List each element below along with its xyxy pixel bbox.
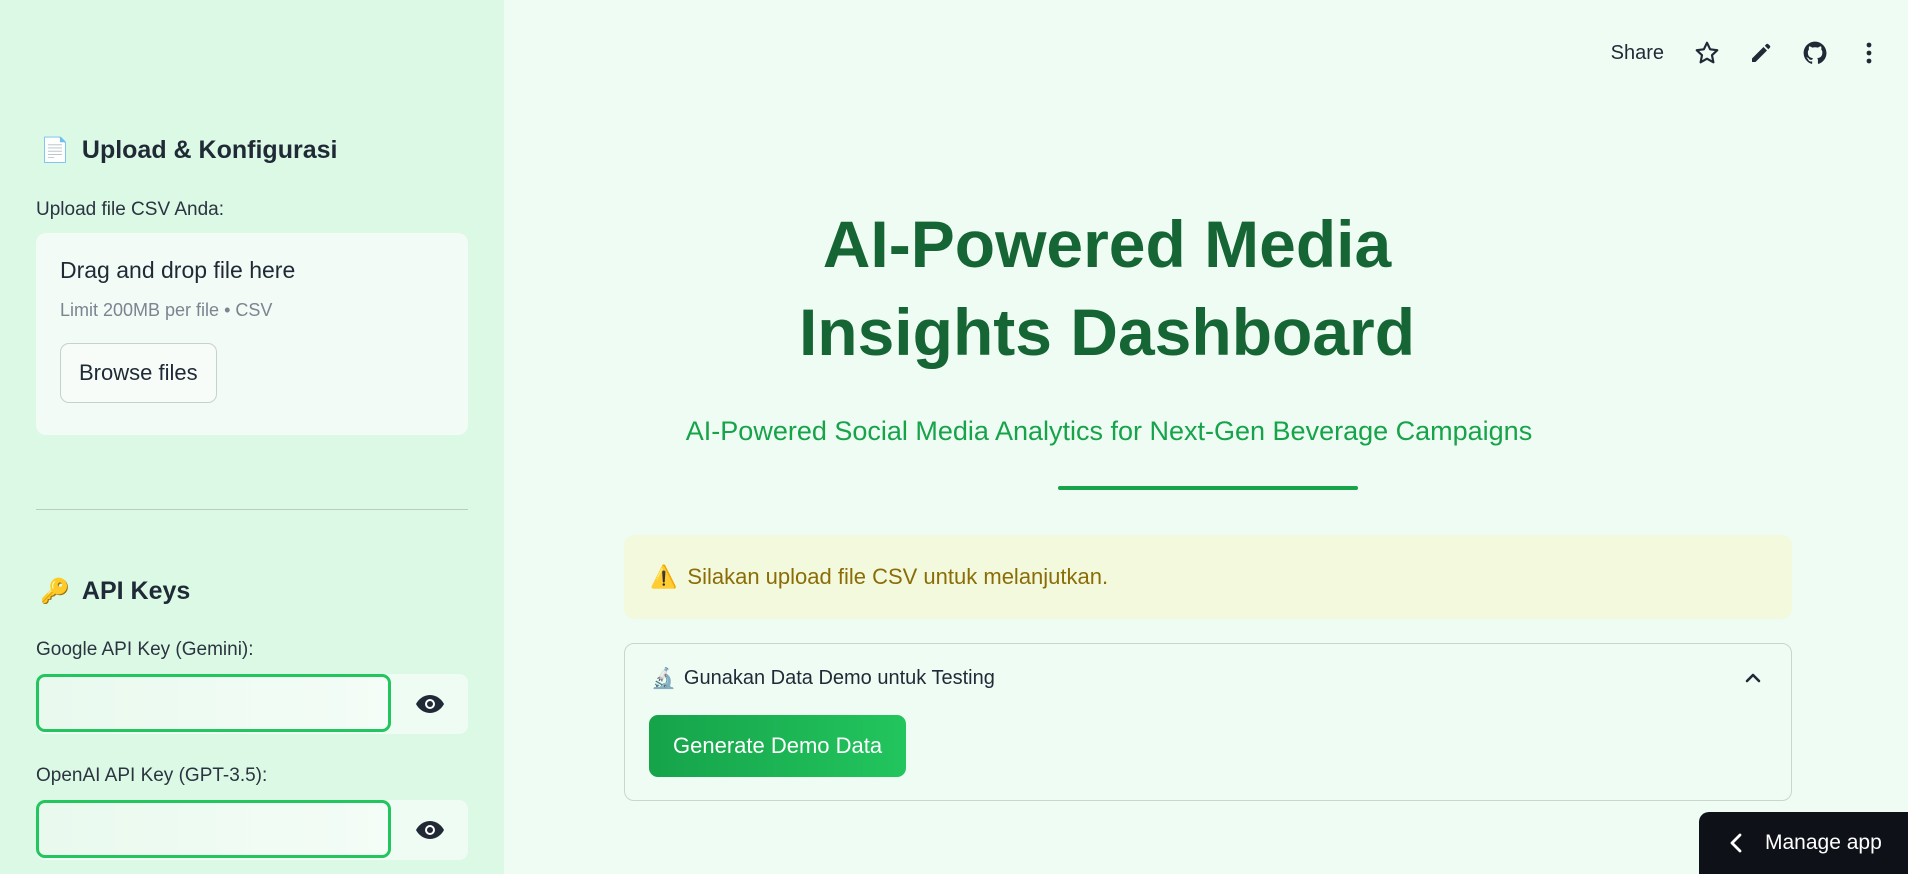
expander-title: Gunakan Data Demo untuk Testing bbox=[683, 667, 995, 689]
openai-api-key-label: OpenAI API Key (GPT-3.5): bbox=[36, 765, 268, 786]
browse-files-button[interactable]: Browse files bbox=[60, 343, 217, 403]
upload-heading-text: Upload & Konfigurasi bbox=[81, 136, 338, 164]
google-api-key-row bbox=[36, 674, 468, 734]
sidebar: 📄 Upload & Konfigurasi Upload file CSV A… bbox=[0, 0, 504, 874]
google-api-key-label: Google API Key (Gemini): bbox=[36, 639, 254, 660]
file-uploader-dropzone[interactable]: Drag and drop file here Limit 200MB per … bbox=[36, 233, 468, 435]
document-icon: 📄 bbox=[40, 137, 70, 164]
drag-drop-text: Drag and drop file here bbox=[60, 257, 296, 283]
manage-app-label: Manage app bbox=[1765, 831, 1882, 854]
share-button[interactable]: Share bbox=[1611, 42, 1664, 65]
page-title: AI-Powered Media Insights Dashboard bbox=[798, 207, 1416, 369]
google-api-key-input[interactable] bbox=[36, 674, 391, 732]
star-icon[interactable] bbox=[1692, 38, 1722, 68]
demo-data-expander: 🔬 Gunakan Data Demo untuk Testing Genera… bbox=[624, 643, 1792, 801]
generate-demo-data-button[interactable]: Generate Demo Data bbox=[649, 715, 907, 777]
chevron-up-icon[interactable] bbox=[1741, 666, 1765, 690]
expander-header[interactable]: 🔬 Gunakan Data Demo untuk Testing bbox=[651, 666, 995, 691]
upload-limit-text: Limit 200MB per file • CSV bbox=[60, 300, 273, 320]
show-password-eye-icon[interactable] bbox=[414, 814, 446, 846]
upload-heading: 📄 Upload & Konfigurasi bbox=[40, 136, 337, 165]
warning-alert: ⚠️ Silakan upload file CSV untuk melanju… bbox=[624, 535, 1792, 619]
title-underline bbox=[1058, 486, 1358, 490]
api-keys-heading: 🔑 API Keys bbox=[40, 577, 190, 606]
openai-api-key-input[interactable] bbox=[36, 800, 391, 858]
page-subtitle: AI-Powered Social Media Analytics for Ne… bbox=[685, 416, 1533, 446]
top-toolbar: Share bbox=[1611, 38, 1884, 68]
warning-text: Silakan upload file CSV untuk melanjutka… bbox=[687, 564, 1109, 589]
openai-api-key-row bbox=[36, 800, 468, 860]
pencil-icon[interactable] bbox=[1746, 38, 1776, 68]
manage-app-button[interactable]: Manage app bbox=[1699, 812, 1908, 874]
sidebar-divider bbox=[36, 509, 468, 510]
github-icon[interactable] bbox=[1800, 38, 1830, 68]
main-content: Share AI-Powered Media Insights Dashboar… bbox=[504, 0, 1908, 874]
show-password-eye-icon[interactable] bbox=[414, 688, 446, 720]
upload-label: Upload file CSV Anda: bbox=[36, 199, 225, 220]
api-keys-heading-text: API Keys bbox=[81, 577, 191, 605]
more-vertical-icon[interactable] bbox=[1854, 38, 1884, 68]
microscope-icon: 🔬 bbox=[651, 668, 676, 690]
chevron-left-icon bbox=[1730, 833, 1742, 853]
app-root: 📄 Upload & Konfigurasi Upload file CSV A… bbox=[0, 0, 1908, 874]
warning-icon: ⚠️ bbox=[650, 564, 678, 589]
key-icon: 🔑 bbox=[40, 578, 70, 605]
